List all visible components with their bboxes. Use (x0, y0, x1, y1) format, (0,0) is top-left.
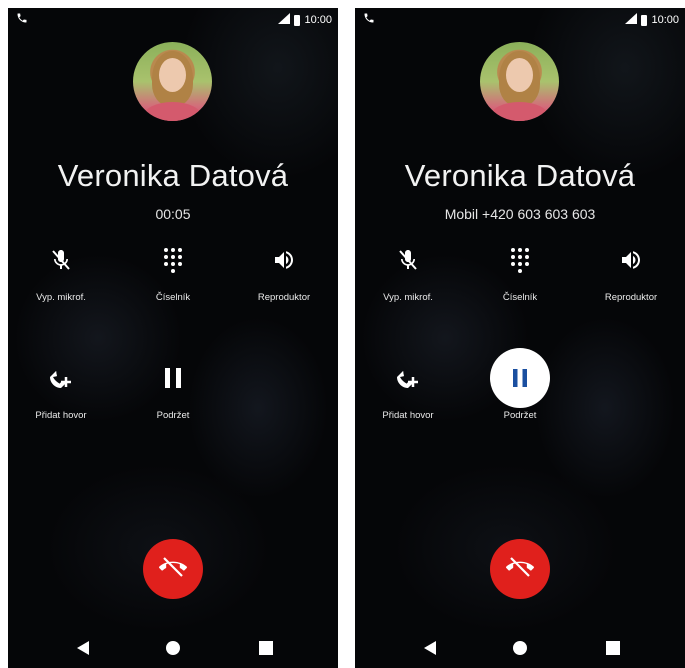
end-call-icon (505, 552, 535, 587)
avatar (133, 42, 212, 121)
end-call-icon (158, 552, 188, 587)
call-duration: 00:05 (155, 206, 191, 222)
add-call-label: Přidat hovor (382, 410, 434, 421)
speaker-label: Reproduktor (604, 292, 658, 303)
battery-icon (294, 14, 301, 26)
speaker-label: Reproduktor (257, 292, 311, 303)
add-call-button[interactable]: Přidat hovor (11, 348, 111, 421)
battery-icon (641, 14, 648, 26)
phone-call-icon (16, 12, 28, 27)
hold-label: Podržet (156, 410, 190, 421)
add-call-icon (378, 348, 438, 408)
navigation-bar (355, 628, 685, 668)
mute-label: Vyp. mikrof. (36, 292, 86, 303)
hold-button[interactable]: Podržet (123, 348, 223, 421)
status-time: 10:00 (304, 14, 332, 26)
navigation-bar (8, 628, 338, 668)
add-call-icon (31, 348, 91, 408)
recents-icon[interactable] (601, 636, 625, 660)
speaker-icon (601, 230, 661, 290)
pause-icon (143, 348, 203, 408)
dialpad-button[interactable]: Číselník (470, 230, 570, 303)
pause-icon (490, 348, 550, 408)
status-bar: 10:00 (8, 8, 338, 32)
status-bar: 10:00 (355, 8, 685, 32)
hold-button[interactable]: Podržet (470, 348, 570, 421)
caller-name: Veronika Datová (404, 158, 636, 193)
home-icon[interactable] (508, 636, 532, 660)
end-call-button[interactable] (490, 539, 550, 599)
speaker-button[interactable]: Reproduktor (234, 230, 334, 303)
avatar (480, 42, 559, 121)
mute-button[interactable]: Vyp. mikrof. (358, 230, 458, 303)
mic-off-icon (378, 230, 438, 290)
call-screen-left: 10:00 Veronika Datová 00:05 Vyp. mikrof.… (8, 8, 338, 668)
dialpad-icon (143, 230, 203, 290)
dialpad-label: Číselník (502, 292, 538, 303)
call-screen-right: 10:00 Veronika Datová Mobil +420 603 603… (355, 8, 685, 668)
add-call-label: Přidat hovor (35, 410, 87, 421)
dialpad-label: Číselník (155, 292, 191, 303)
dialpad-button[interactable]: Číselník (123, 230, 223, 303)
speaker-icon (254, 230, 314, 290)
signal-icon (278, 13, 291, 27)
status-time: 10:00 (651, 14, 679, 26)
dialpad-icon (490, 230, 550, 290)
back-icon[interactable] (418, 636, 442, 660)
recents-icon[interactable] (254, 636, 278, 660)
mic-off-icon (31, 230, 91, 290)
phone-call-icon (363, 12, 375, 27)
speaker-button[interactable]: Reproduktor (581, 230, 681, 303)
hold-label: Podržet (503, 410, 537, 421)
caller-number: Mobil +420 603 603 603 (444, 206, 596, 222)
home-icon[interactable] (161, 636, 185, 660)
mute-label: Vyp. mikrof. (383, 292, 433, 303)
back-icon[interactable] (71, 636, 95, 660)
add-call-button[interactable]: Přidat hovor (358, 348, 458, 421)
end-call-button[interactable] (143, 539, 203, 599)
caller-name: Veronika Datová (57, 158, 289, 193)
mute-button[interactable]: Vyp. mikrof. (11, 230, 111, 303)
signal-icon (625, 13, 638, 27)
